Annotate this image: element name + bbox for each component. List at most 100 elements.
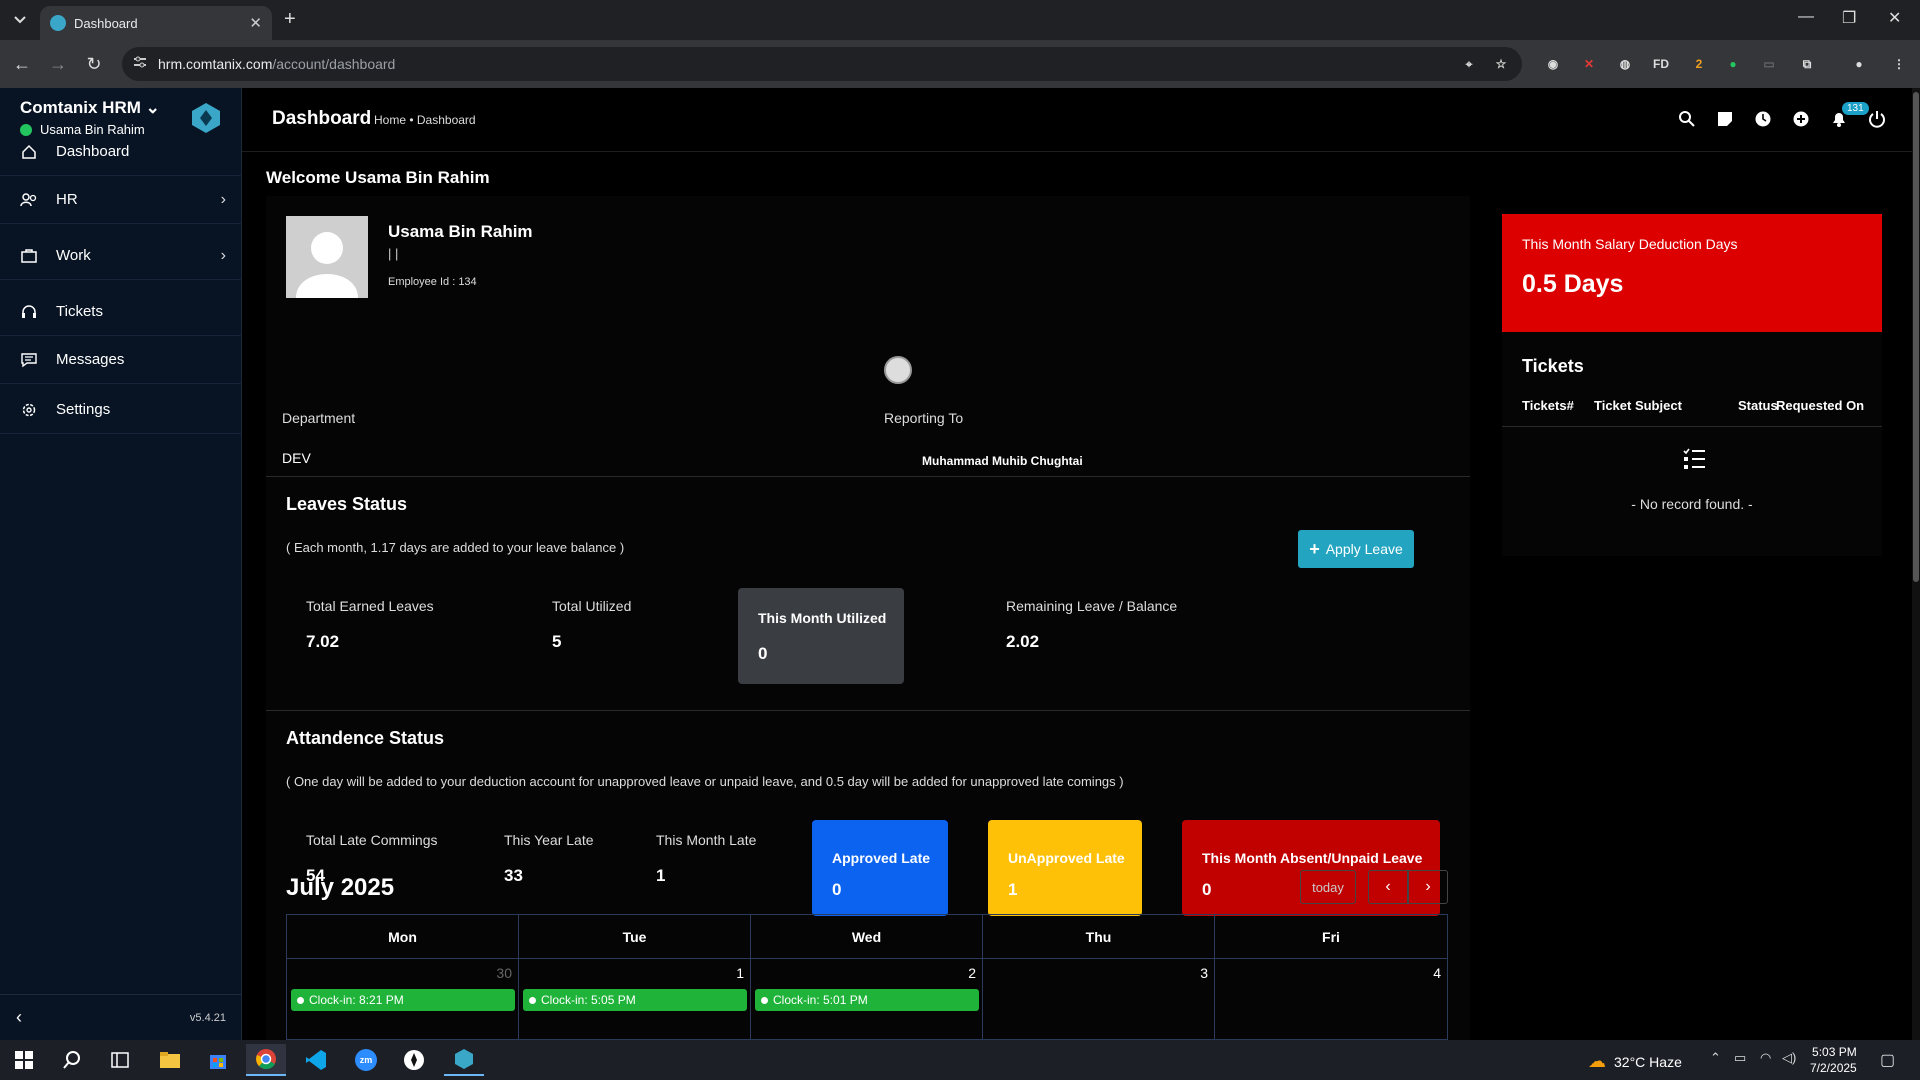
close-window-icon[interactable]: ✕ [1888, 8, 1901, 28]
calendar-day-cell[interactable]: 30 Clock-in: 8:21 PM [287, 959, 519, 1041]
power-icon[interactable] [1866, 108, 1888, 130]
bookmark-star-icon[interactable]: ☆ [1490, 53, 1512, 75]
calendar-day-cell[interactable]: 2 Clock-in: 5:01 PM [751, 959, 983, 1041]
sidebar-item-settings[interactable]: Settings [0, 386, 242, 434]
calendar-event[interactable]: Clock-in: 8:21 PM [291, 989, 515, 1011]
unapproved-late-value: 1 [1008, 880, 1018, 899]
extension-green-icon[interactable]: ● [1722, 53, 1744, 75]
address-bar[interactable]: hrm.comtanix.com/account/dashboard [122, 47, 1522, 81]
breadcrumb[interactable]: Home • Dashboard [374, 113, 476, 127]
task-view-icon[interactable] [100, 1044, 140, 1076]
sidebar-item-hr[interactable]: HR › [0, 176, 242, 224]
store-icon[interactable] [198, 1044, 238, 1076]
approved-late-label: Approved Late [832, 850, 931, 866]
no-records-message: - No record found. - [1631, 496, 1753, 512]
tab-list-button[interactable] [6, 8, 34, 32]
app-version: v5.4.21 [189, 1011, 226, 1024]
chrome-icon[interactable] [246, 1044, 286, 1076]
calendar-next-button[interactable]: › [1408, 870, 1448, 904]
zoom-icon[interactable]: zm [346, 1044, 386, 1076]
extension-x-icon[interactable]: ✕ [1578, 53, 1600, 75]
sidebar-item-tickets[interactable]: Tickets [0, 288, 242, 336]
chevron-right-icon: › [1425, 878, 1431, 895]
brand-name[interactable]: Comtanix HRM ⌄ [20, 98, 160, 118]
clock-date: 7/2/2025 [1810, 1061, 1857, 1075]
attendance-status-title: Attandence Status [286, 728, 445, 748]
sidebar-item-work[interactable]: Work › [0, 232, 242, 280]
file-explorer-icon[interactable] [150, 1044, 190, 1076]
site-settings-icon[interactable] [132, 54, 148, 70]
sidebar-item-dashboard[interactable]: Dashboard [0, 128, 242, 176]
minimize-icon[interactable]: — [1798, 8, 1814, 26]
calendar-date: 30 [496, 965, 512, 981]
profile-avatar[interactable]: ● [1848, 53, 1870, 75]
extension-cast-icon[interactable]: ▭ [1758, 53, 1780, 75]
wifi-icon[interactable]: ◠ [1760, 1050, 1771, 1066]
calendar-event[interactable]: Clock-in: 5:01 PM [755, 989, 979, 1011]
notifications-icon[interactable]: ▢ [1880, 1050, 1895, 1070]
app-circle-icon[interactable] [394, 1044, 434, 1076]
unapproved-late-label: UnApproved Late [1008, 850, 1125, 866]
ticket-column-header: Requested On [1776, 398, 1865, 413]
total-utilized-value: 5 [552, 632, 562, 651]
calendar-prev-button[interactable]: ‹ [1368, 870, 1408, 904]
volume-icon[interactable]: ◁) [1782, 1050, 1796, 1066]
search-icon[interactable] [52, 1044, 92, 1076]
clock-icon[interactable] [1752, 108, 1774, 130]
back-icon[interactable]: ← [10, 52, 34, 76]
sidebar-item-messages[interactable]: Messages [0, 336, 242, 384]
collapse-sidebar-icon[interactable]: ‹ [16, 1007, 22, 1028]
list-icon [1683, 448, 1705, 469]
extension-badge-icon[interactable]: 2 [1688, 53, 1710, 75]
sidebar: Comtanix HRM ⌄ Usama Bin Rahim Dashboard… [0, 88, 242, 1040]
page-scrollbar[interactable] [1912, 88, 1920, 1040]
calendar-day-header: Fri [1215, 915, 1447, 959]
reload-icon[interactable]: ↻ [82, 52, 106, 76]
add-circle-icon[interactable] [1790, 108, 1812, 130]
restore-icon[interactable]: ❐ [1842, 8, 1856, 28]
calendar-grid: Mon Tue Wed Thu Fri 30 Clock-in: 8:21 PM… [286, 914, 1448, 1041]
extension-fd-icon[interactable]: FD [1650, 53, 1672, 75]
apply-leave-button[interactable]: + Apply Leave [1298, 530, 1414, 568]
tray-chevron-icon[interactable]: ⌃ [1710, 1050, 1721, 1066]
weather-haze-icon: ☁ [1588, 1051, 1606, 1071]
page-title: Dashboard [272, 108, 372, 129]
browser-menu-icon[interactable]: ⋮ [1888, 53, 1910, 75]
calendar-event[interactable]: Clock-in: 5:05 PM [523, 989, 747, 1011]
vscode-icon[interactable] [296, 1044, 336, 1076]
sidebar-item-label: Work [56, 247, 91, 264]
url-path: /account/dashboard [272, 56, 396, 72]
calendar-day-cell[interactable]: 3 [983, 959, 1215, 1041]
windows-start-icon[interactable] [4, 1044, 44, 1076]
reporting-to-value[interactable]: Muhammad Muhib Chughtai [922, 454, 1083, 468]
tickets-panel: Tickets Tickets# Ticket Subject Status R… [1502, 332, 1882, 556]
extensions-puzzle-icon[interactable]: ⧉ [1796, 53, 1818, 75]
calendar-day-cell[interactable]: 1 Clock-in: 5:05 PM [519, 959, 751, 1041]
browser-toolbar: ← → ↻ hrm.comtanix.com/account/dashboard… [0, 40, 1920, 88]
system-clock[interactable]: 5:03 PM 7/2/2025 [1810, 1044, 1857, 1076]
extension-glasses-icon[interactable]: ◉ [1542, 53, 1564, 75]
month-utilized-card: This Month Utilized 0 [738, 588, 904, 684]
browser-tab-bar: Dashboard ✕ + — ❐ ✕ [0, 0, 1920, 40]
tab-close-icon[interactable]: ✕ [249, 14, 262, 32]
calendar-day-cell[interactable]: 4 [1215, 959, 1447, 1041]
weather-text: 32°C Haze [1614, 1053, 1682, 1070]
message-icon [20, 351, 38, 369]
scrollbar-thumb[interactable] [1913, 92, 1919, 582]
search-icon[interactable] [1676, 108, 1698, 130]
absent-unpaid-label: This Month Absent/Unpaid Leave [1202, 850, 1423, 866]
hrm-app-icon[interactable] [444, 1044, 484, 1076]
welcome-heading: Welcome Usama Bin Rahim [266, 168, 490, 187]
battery-icon[interactable]: ▭ [1734, 1050, 1746, 1066]
forward-icon[interactable]: → [46, 52, 70, 76]
new-tab-icon[interactable]: + [284, 8, 296, 31]
calendar-today-button[interactable]: today [1300, 870, 1356, 904]
weather-widget[interactable]: ☁ 32°C Haze [1588, 1051, 1682, 1072]
location-icon[interactable]: ⌖ [1458, 53, 1480, 75]
leaves-note: ( Each month, 1.17 days are added to you… [286, 540, 625, 555]
notes-icon[interactable] [1714, 108, 1736, 130]
browser-tab[interactable]: Dashboard ✕ [40, 6, 272, 40]
divider [266, 710, 1470, 711]
extension-globe-icon[interactable]: ◍ [1614, 53, 1636, 75]
hrm-app: Comtanix HRM ⌄ Usama Bin Rahim Dashboard… [0, 88, 1920, 1041]
